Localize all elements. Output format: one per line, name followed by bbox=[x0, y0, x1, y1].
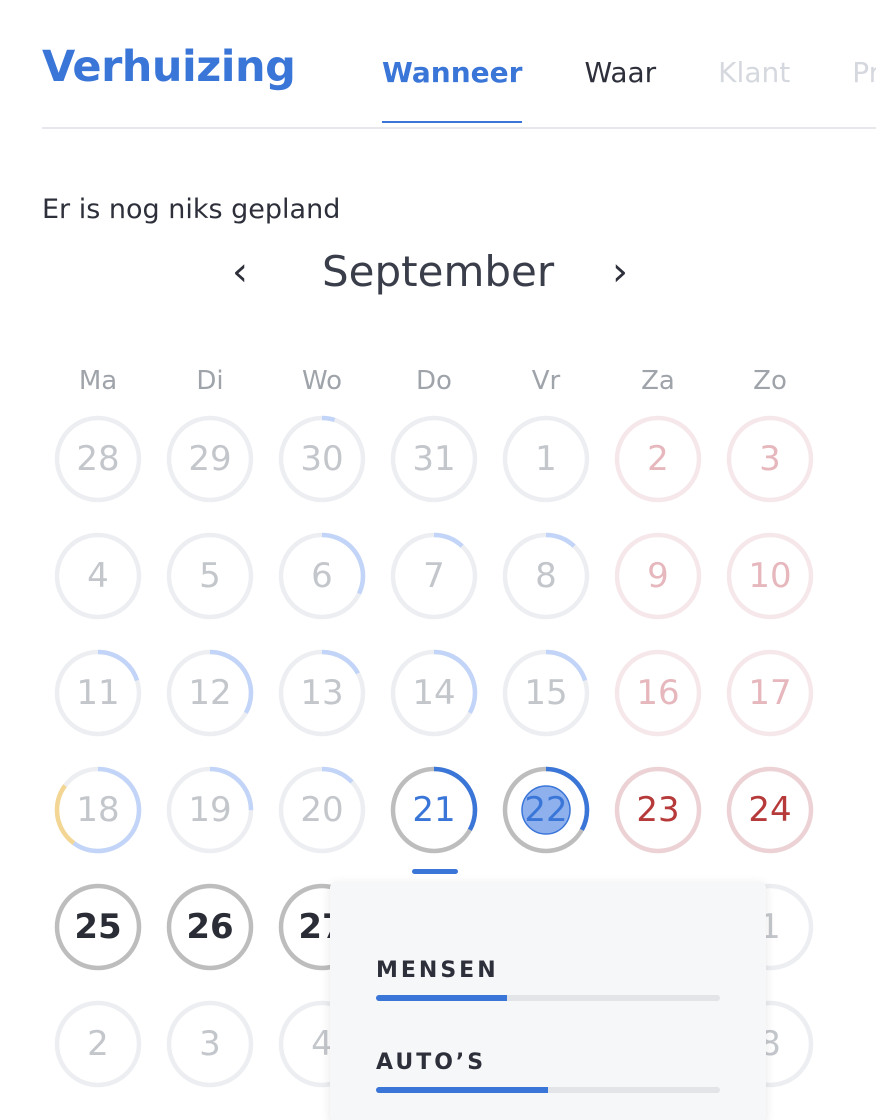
day-number: 16 bbox=[636, 673, 680, 713]
calendar-day[interactable]: 11 bbox=[53, 648, 143, 738]
weekday-label: Ma bbox=[78, 366, 118, 396]
calendar-day[interactable]: 1 bbox=[501, 414, 591, 504]
day-number: 3 bbox=[759, 439, 781, 479]
day-number: 31 bbox=[412, 439, 456, 479]
calendar-day[interactable]: 13 bbox=[277, 648, 367, 738]
calendar-day[interactable]: 2 bbox=[613, 414, 703, 504]
day-number: 24 bbox=[748, 790, 792, 830]
day-number: 20 bbox=[300, 790, 344, 830]
calendar-day[interactable]: 21 bbox=[389, 765, 479, 855]
day-number: 2 bbox=[87, 1024, 109, 1064]
calendar-day[interactable]: 22 bbox=[501, 765, 591, 855]
chevron-right-icon[interactable]: › bbox=[612, 244, 628, 300]
calendar-day[interactable]: 24 bbox=[725, 765, 815, 855]
calendar-day[interactable]: 3 bbox=[725, 414, 815, 504]
capacity-popup: MENSEN AUTO’S bbox=[330, 882, 766, 1120]
day-number: 3 bbox=[199, 1024, 221, 1064]
weekday-label: Wo bbox=[301, 366, 343, 396]
day-number: 13 bbox=[300, 673, 344, 713]
day-number: 14 bbox=[412, 673, 456, 713]
calendar-day[interactable]: 4 bbox=[53, 531, 143, 621]
day-number: 2 bbox=[647, 439, 669, 479]
chevron-left-icon[interactable]: ‹ bbox=[232, 244, 248, 300]
calendar-day[interactable]: 20 bbox=[277, 765, 367, 855]
page-title: Verhuizing bbox=[42, 42, 296, 92]
header-divider bbox=[42, 127, 876, 129]
weekday-label: Zo bbox=[753, 366, 787, 396]
tab-bar: Wanneer Waar Klant Pri bbox=[382, 56, 876, 123]
autos-label: AUTO’S bbox=[376, 1050, 487, 1075]
calendar-day[interactable]: 19 bbox=[165, 765, 255, 855]
day-number: 8 bbox=[535, 556, 557, 596]
calendar-day[interactable]: 28 bbox=[53, 414, 143, 504]
day-number: 10 bbox=[748, 556, 792, 596]
weekday-label: Vr bbox=[531, 366, 561, 396]
calendar-day[interactable]: 26 bbox=[165, 882, 255, 972]
day-number: 28 bbox=[76, 439, 120, 479]
mensen-progress-bar bbox=[376, 995, 720, 1001]
calendar-day[interactable]: 9 bbox=[613, 531, 703, 621]
day-number: 4 bbox=[87, 556, 109, 596]
calendar-day[interactable]: 6 bbox=[277, 531, 367, 621]
calendar-day[interactable]: 31 bbox=[389, 414, 479, 504]
calendar-day[interactable]: 16 bbox=[613, 648, 703, 738]
month-title: September bbox=[322, 247, 555, 296]
day-number: 22 bbox=[524, 790, 568, 830]
day-number: 11 bbox=[76, 673, 120, 713]
status-text: Er is nog niks gepland bbox=[42, 194, 341, 225]
calendar-day[interactable]: 17 bbox=[725, 648, 815, 738]
day-number: 19 bbox=[188, 790, 232, 830]
calendar-day[interactable]: 5 bbox=[165, 531, 255, 621]
tab-waar[interactable]: Waar bbox=[584, 56, 656, 123]
mensen-progress-fill bbox=[376, 995, 507, 1001]
autos-progress-bar bbox=[376, 1087, 720, 1093]
calendar-day[interactable]: 8 bbox=[501, 531, 591, 621]
day-number: 23 bbox=[636, 790, 680, 830]
day-number: 17 bbox=[748, 673, 792, 713]
day-number: 7 bbox=[423, 556, 445, 596]
calendar-day[interactable]: 15 bbox=[501, 648, 591, 738]
day-number: 25 bbox=[74, 907, 122, 947]
day-number: 15 bbox=[524, 673, 568, 713]
weekday-label: Za bbox=[641, 366, 675, 396]
day-number: 5 bbox=[199, 556, 221, 596]
day-number: 1 bbox=[535, 439, 557, 479]
day-number: 18 bbox=[76, 790, 120, 830]
month-navigation: ‹ September › bbox=[0, 244, 876, 304]
tab-wanneer[interactable]: Wanneer bbox=[382, 56, 523, 123]
calendar-day[interactable]: 10 bbox=[725, 531, 815, 621]
autos-progress-fill bbox=[376, 1087, 548, 1093]
calendar-day[interactable]: 3 bbox=[165, 999, 255, 1089]
calendar-day[interactable]: 2 bbox=[53, 999, 143, 1089]
calendar-day[interactable]: 25 bbox=[53, 882, 143, 972]
weekday-label: Do bbox=[416, 366, 452, 396]
tab-pri[interactable]: Pri bbox=[852, 56, 876, 123]
day-number: 12 bbox=[188, 673, 232, 713]
calendar-day[interactable]: 14 bbox=[389, 648, 479, 738]
mensen-label: MENSEN bbox=[376, 958, 499, 983]
day-number: 26 bbox=[186, 907, 234, 947]
calendar-day[interactable]: 18 bbox=[53, 765, 143, 855]
calendar-day[interactable]: 29 bbox=[165, 414, 255, 504]
weekday-label: Di bbox=[196, 366, 224, 396]
day-number: 30 bbox=[300, 439, 344, 479]
day-number: 21 bbox=[412, 790, 456, 830]
day-number: 6 bbox=[311, 556, 333, 596]
calendar-day[interactable]: 7 bbox=[389, 531, 479, 621]
today-marker bbox=[412, 869, 458, 874]
day-number: 29 bbox=[188, 439, 232, 479]
day-number: 9 bbox=[647, 556, 669, 596]
calendar-day[interactable]: 30 bbox=[277, 414, 367, 504]
calendar-day[interactable]: 23 bbox=[613, 765, 703, 855]
tab-klant[interactable]: Klant bbox=[718, 56, 790, 123]
calendar-day[interactable]: 12 bbox=[165, 648, 255, 738]
